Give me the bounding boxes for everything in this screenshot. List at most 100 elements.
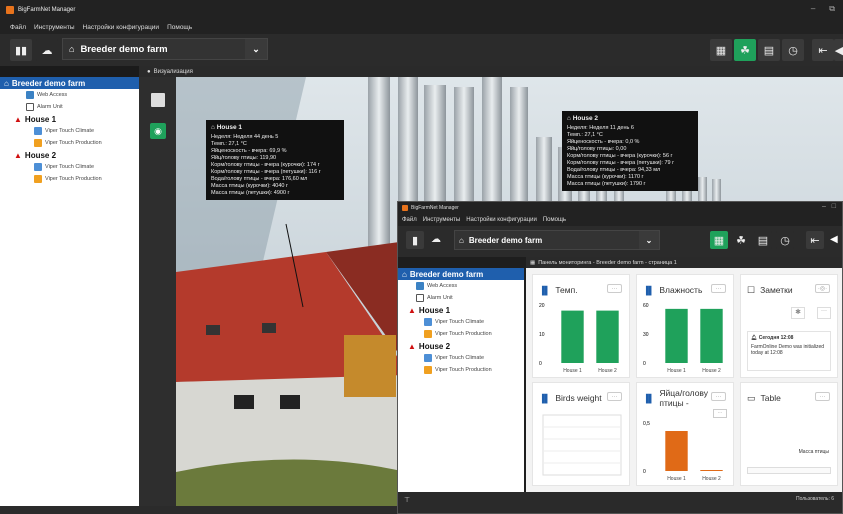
volume-icon[interactable]: ◀ — [834, 39, 843, 61]
more-button[interactable]: ··· — [607, 284, 622, 293]
table-icon: ▭ — [747, 392, 756, 403]
bar[interactable] — [700, 308, 723, 363]
farm-selector[interactable]: ⌂ Breeder demo farm ⌄ — [62, 38, 268, 60]
card-title: Table — [760, 393, 781, 403]
menu-tools[interactable]: Инструменты — [34, 24, 75, 31]
y-tick-label: 20 — [539, 303, 545, 309]
tree-root-label: Breeder demo farm — [409, 269, 484, 279]
tooltip-line: Вода/голову птицы - вчера: 176,60 мл — [211, 176, 308, 182]
notes-card: ☐ Заметки ·◎· ✱ ··· 🔔︎ Сегодня 12:08 Farm… — [740, 274, 838, 378]
tree-item-label: Viper Touch Climate — [45, 164, 95, 170]
tree-item-alarm-unit[interactable]: Alarm Unit — [398, 292, 524, 304]
chevron-down-icon[interactable]: ⌄ — [245, 39, 267, 59]
note-date: Сегодня 12:08 — [758, 335, 794, 341]
chevron-down-icon[interactable]: ⌄ — [639, 231, 659, 249]
eggs-chart: 0,5 0 House 1 House 2 — [643, 421, 723, 482]
temp-card: ▐▌ Темп. ··· 20 10 0 House 1 House 2 — [532, 274, 630, 378]
table-scrollbar[interactable] — [747, 467, 831, 474]
leaf-icon[interactable]: ☘ — [732, 231, 750, 249]
y-tick-label: 60 — [643, 303, 649, 309]
volume-icon[interactable]: ◀ — [830, 234, 838, 245]
bar[interactable] — [561, 310, 584, 363]
menu-config[interactable]: Настройки конфигурации — [83, 24, 160, 31]
table-icon[interactable]: ▤ — [758, 39, 780, 61]
farm-selector[interactable]: ⌂ Breeder demo farm ⌄ — [454, 230, 660, 250]
bar[interactable] — [596, 310, 619, 363]
more-button[interactable]: ··· — [815, 392, 830, 401]
more-button[interactable]: ·◎· — [815, 284, 830, 293]
tree-item-climate[interactable]: Viper Touch Climate — [398, 316, 524, 328]
visualization-tab[interactable]: ● Визуализация — [139, 66, 843, 77]
x-tick-label: House 2 — [702, 368, 721, 374]
sidebar-toggle-icon[interactable]: ▮ — [406, 231, 424, 249]
window-controls[interactable]: – □ — [822, 203, 836, 210]
minimize-icon[interactable]: – — [811, 4, 815, 14]
barn-icon: ⌂ — [4, 78, 9, 88]
tree-item-production[interactable]: Viper Touch Production — [398, 328, 524, 340]
bar[interactable] — [665, 431, 688, 471]
more-button[interactable]: ··· — [711, 392, 726, 401]
x-tick-label: House 1 — [667, 368, 686, 374]
bar[interactable] — [665, 308, 688, 363]
tree-house-1[interactable]: ▲ House 1 — [398, 304, 524, 316]
cloud-icon[interactable]: ☁ — [431, 234, 441, 245]
add-note-button[interactable]: ✱ — [791, 307, 805, 319]
note-item[interactable]: 🔔︎ Сегодня 12:08 FarmOnline Demo was ini… — [747, 331, 831, 371]
house-icon: ▲ — [14, 150, 22, 160]
farm-tree: ⌂ Breeder demo farm Web Access Alarm Uni… — [398, 268, 524, 492]
web-access-icon — [416, 282, 424, 290]
grid-icon[interactable]: ▦ — [710, 231, 728, 249]
tree-item-climate[interactable]: Viper Touch Climate — [0, 125, 139, 137]
more-button[interactable]: ··· — [711, 284, 726, 293]
notes-menu-button[interactable]: ··· — [817, 307, 831, 319]
tree-house-2[interactable]: ▲ House 2 — [0, 149, 139, 161]
tree-item-climate[interactable]: Viper Touch Climate — [0, 161, 139, 173]
history-icon[interactable]: ◷ — [776, 231, 794, 249]
tree-house-2[interactable]: ▲ House 2 — [398, 340, 524, 352]
tree-root[interactable]: ⌂ Breeder demo farm — [398, 268, 524, 280]
bar[interactable] — [700, 470, 723, 471]
tree-item-alarm-unit[interactable]: Alarm Unit — [0, 101, 139, 113]
exit-icon[interactable]: ⇤ — [812, 39, 834, 61]
edit-icon[interactable] — [151, 93, 165, 107]
eye-icon: ● — [147, 68, 151, 75]
farm-selector-label: Breeder demo farm — [468, 235, 543, 245]
tree-item-production[interactable]: Viper Touch Production — [0, 137, 139, 149]
restore-icon[interactable]: ⧉ — [829, 4, 835, 14]
leaf-icon[interactable]: ☘ — [734, 39, 756, 61]
tree-item-web-access[interactable]: Web Access — [398, 280, 524, 292]
house-icon: ▲ — [408, 341, 416, 351]
menu-help[interactable]: Помощь — [543, 217, 566, 223]
tree-house-1[interactable]: ▲ House 1 — [0, 113, 139, 125]
menu-help[interactable]: Помощь — [167, 24, 192, 31]
menu-file[interactable]: Файл — [402, 217, 417, 223]
x-tick-label: House 1 — [563, 368, 582, 374]
temp-chart: 20 10 0 House 1 House 2 — [539, 303, 619, 374]
tree-item-web-access[interactable]: Web Access — [0, 89, 139, 101]
filter-icon[interactable]: ⊤ — [404, 496, 410, 504]
tree-root[interactable]: ⌂ Breeder demo farm — [0, 77, 139, 89]
exit-icon[interactable]: ⇤ — [806, 231, 824, 249]
farm-selector-label: Breeder demo farm — [80, 43, 168, 55]
table-icon[interactable]: ▤ — [754, 231, 772, 249]
eggs-card: ▐▌ Яйца/голову птицы - ··· ··· 0,5 0 House … — [636, 382, 734, 486]
app-logo-icon — [402, 204, 408, 211]
menu-tools[interactable]: Инструменты — [423, 217, 460, 223]
grid-icon[interactable]: ▦ — [710, 39, 732, 61]
bar-chart-icon: ▐▌ — [643, 393, 655, 403]
more-button[interactable]: ··· — [607, 392, 622, 401]
tooltip-line: Неделя: Неделя 11 день 6 — [567, 125, 634, 131]
menu-file[interactable]: Файл — [10, 24, 26, 31]
history-icon[interactable]: ◷ — [782, 39, 804, 61]
sidebar-toggle-icon[interactable]: ▮▮ — [10, 39, 32, 61]
menu-config[interactable]: Настройки конфигурации — [466, 217, 537, 223]
tooltip-line: Корм/голову птицы - вчера (курочки): 56 … — [567, 153, 673, 159]
tree-item-climate[interactable]: Viper Touch Climate — [398, 352, 524, 364]
view-eye-icon[interactable]: ◉ — [150, 123, 166, 139]
tree-item-label: Viper Touch Climate — [45, 128, 95, 134]
tree-item-production[interactable]: Viper Touch Production — [398, 364, 524, 376]
tree-item-label: Alarm Unit — [427, 295, 453, 301]
tree-item-production[interactable]: Viper Touch Production — [0, 173, 139, 185]
y-tick-label: 0 — [539, 361, 542, 367]
cloud-icon[interactable]: ☁ — [36, 39, 58, 61]
